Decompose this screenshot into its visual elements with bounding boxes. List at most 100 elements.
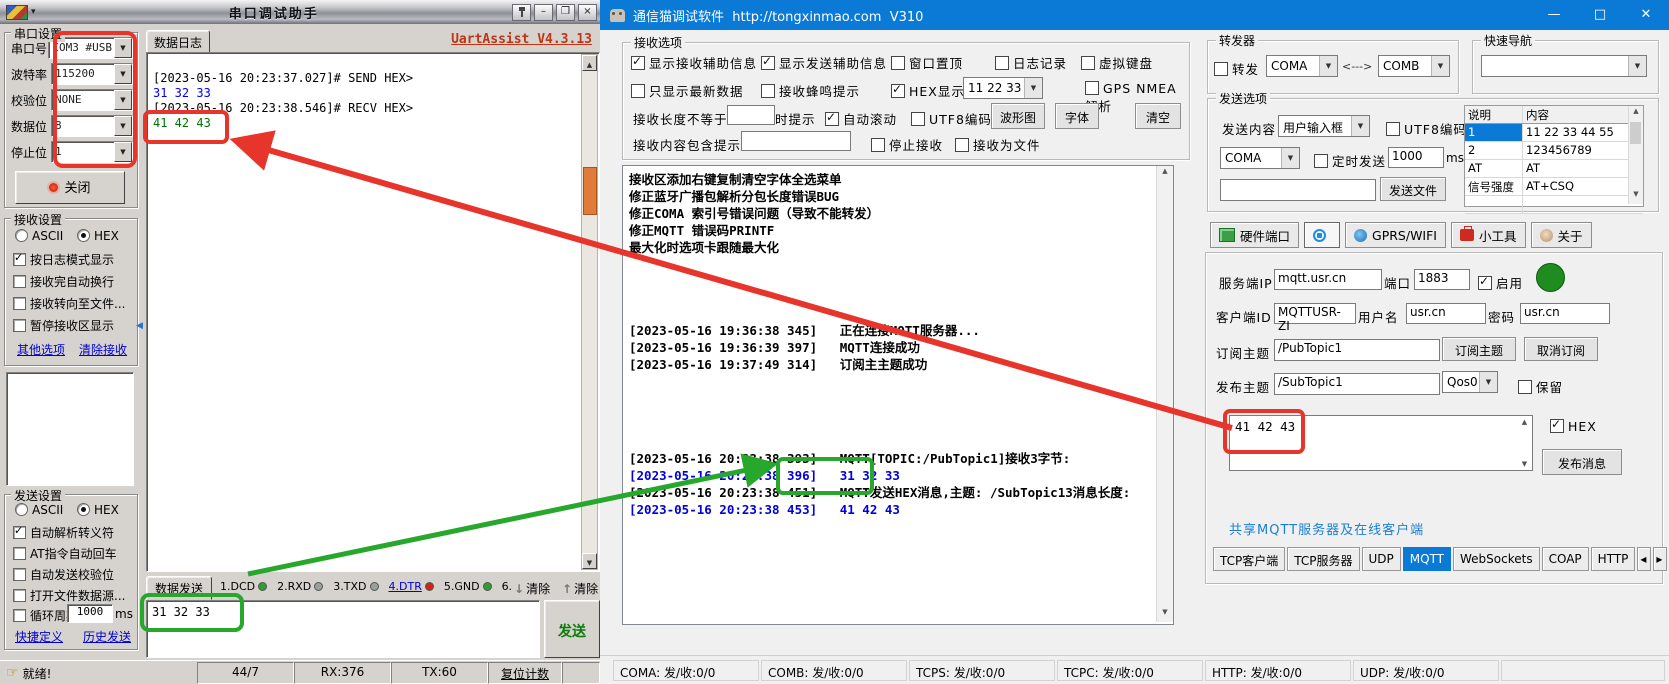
opt-latest-only[interactable]: 只显示最新数据 xyxy=(631,81,744,100)
uartassist-logo-icon[interactable] xyxy=(6,5,28,20)
opt-show-recv-info[interactable]: 显示接收辅助信息 xyxy=(631,53,757,72)
stopbits-select[interactable]: 1 xyxy=(51,141,133,163)
pin-button[interactable] xyxy=(512,4,531,21)
publish-button[interactable]: 发布消息 xyxy=(1542,449,1622,475)
send-file-button[interactable]: 发送文件 xyxy=(1380,177,1446,201)
scroll-down-icon[interactable]: ▼ xyxy=(1518,459,1531,469)
unsubscribe-button[interactable]: 取消订阅 xyxy=(1524,337,1598,361)
minimize-button[interactable]: — xyxy=(1531,0,1577,30)
close-button[interactable]: ✕ xyxy=(1623,0,1669,30)
tab-tools[interactable]: 小工具 xyxy=(1451,222,1526,248)
history-send-link[interactable]: 历史发送 xyxy=(83,628,131,645)
recv-ascii-radio[interactable]: ASCII xyxy=(15,229,63,243)
tab-data-log[interactable]: 数据日志 xyxy=(146,30,210,54)
share-mqtt-link[interactable]: 共享MQTT服务器及在线客户端 xyxy=(1229,519,1424,538)
publish-payload-textarea[interactable]: 41 42 43 ▲ ▼ xyxy=(1229,415,1533,471)
recv-opt-logmode[interactable]: 按日志模式显示 xyxy=(13,251,114,268)
send-opt-atcr[interactable]: AT指令自动回车 xyxy=(13,545,117,562)
dropdown-arrow-icon[interactable] xyxy=(1628,56,1646,76)
preset-row[interactable]: 1 11 22 33 44 55 xyxy=(1465,124,1643,142)
opt-hex-display[interactable]: HEX显示 xyxy=(891,81,965,100)
opt-utf8-encode[interactable]: UTF8编码 xyxy=(1386,119,1467,138)
baud-select[interactable]: 115200 xyxy=(51,63,133,85)
preset-table[interactable]: 说明 内容 1 11 22 33 44 55 2 123456789 AT AT xyxy=(1464,105,1644,207)
send-port-select[interactable]: COMA xyxy=(1220,147,1300,169)
tab-scroll-left-icon[interactable]: ◂ xyxy=(1637,547,1651,571)
preset-row[interactable]: 2 123456789 xyxy=(1465,142,1643,160)
opt-log-record[interactable]: 日志记录 xyxy=(995,53,1067,72)
maximize-button[interactable]: □ xyxy=(1577,0,1623,30)
tab-mqtt[interactable]: MQTT xyxy=(1403,547,1451,571)
tab-network[interactable] xyxy=(1304,222,1340,248)
opt-utf8-decode[interactable]: UTF8编码 xyxy=(911,109,992,128)
font-button[interactable]: 字体 xyxy=(1055,103,1099,129)
clear-receive-link[interactable]: 清除接收 xyxy=(79,341,127,358)
cycle-interval-input[interactable]: 1000 xyxy=(67,604,113,623)
scrollbar-thumb[interactable] xyxy=(1630,122,1641,144)
receive-log-scrollbar[interactable]: ▲ ▼ xyxy=(1156,166,1173,622)
opt-receive-as-file[interactable]: 接收为文件 xyxy=(955,135,1041,154)
subscribe-button[interactable]: 订阅主题 xyxy=(1442,337,1516,361)
dropdown-arrow-icon[interactable] xyxy=(1479,372,1497,392)
send-ascii-radio[interactable]: ASCII xyxy=(15,503,63,517)
forward-port-b-select[interactable]: COMB xyxy=(1378,55,1450,77)
tab-udp[interactable]: UDP xyxy=(1362,547,1401,571)
password-input[interactable]: usr.cn xyxy=(1520,303,1610,324)
close-button[interactable]: × xyxy=(578,4,597,21)
databits-select[interactable]: 8 xyxy=(51,115,133,137)
scroll-up-icon[interactable]: ▲ xyxy=(1157,166,1173,181)
qos-select[interactable]: Qos0 xyxy=(1442,371,1498,393)
tab-websockets[interactable]: WebSockets xyxy=(1453,547,1540,571)
recv-contains-input[interactable] xyxy=(741,131,851,151)
dropdown-arrow-icon[interactable] xyxy=(114,116,132,136)
scroll-down-icon[interactable]: ▼ xyxy=(1157,607,1173,622)
preset-row[interactable]: AT AT xyxy=(1465,160,1643,178)
tab-data-send[interactable]: 数据发送 xyxy=(146,576,212,600)
quick-define-link[interactable]: 快捷定义 xyxy=(15,628,63,645)
send-input[interactable]: 31 32 33 xyxy=(146,600,540,658)
dropdown-arrow-icon[interactable] xyxy=(1319,56,1337,76)
clear-receive-button[interactable]: 清除 xyxy=(562,580,598,597)
opt-stop-receive[interactable]: 停止接收 xyxy=(871,135,943,154)
close-port-button[interactable]: 关闭 xyxy=(15,171,125,204)
dropdown-arrow-icon[interactable] xyxy=(1351,116,1369,136)
dropdown-arrow-icon[interactable] xyxy=(114,142,132,162)
tab-gprs-wifi[interactable]: GPRS/WIFI xyxy=(1345,222,1446,248)
port-input[interactable]: 1883 xyxy=(1414,269,1470,290)
opt-autoscroll[interactable]: 自动滚动 xyxy=(825,109,897,128)
scroll-down-icon[interactable] xyxy=(582,553,597,569)
parity-select[interactable]: NONE xyxy=(51,89,133,111)
preset-row[interactable]: 信号强度 AT+CSQ xyxy=(1465,178,1643,196)
hex-sample-select[interactable]: 11 22 33 xyxy=(963,77,1043,99)
scroll-up-icon[interactable]: ▲ xyxy=(1518,417,1531,427)
scroll-up-icon[interactable] xyxy=(582,55,597,71)
send-text-input[interactable] xyxy=(1220,179,1376,201)
scroll-down-icon[interactable]: ▼ xyxy=(1629,189,1643,204)
recv-length-input[interactable] xyxy=(727,105,775,125)
tab-about[interactable]: 关于 xyxy=(1531,222,1592,248)
minimize-button[interactable]: – xyxy=(534,4,553,21)
data-log-area[interactable]: [2023-05-16 20:23:37.027]# SEND HEX> 31 … xyxy=(146,52,600,572)
forward-port-a-select[interactable]: COMA xyxy=(1266,55,1338,77)
client-id-input[interactable]: MQTTUSR-ZI xyxy=(1274,303,1356,324)
enable-checkbox[interactable]: 启用 xyxy=(1478,273,1523,292)
tab-scroll-right-icon[interactable]: ▸ xyxy=(1653,547,1667,571)
send-opt-checksum[interactable]: 自动发送校验位 xyxy=(13,566,114,583)
preset-row-empty[interactable] xyxy=(1465,196,1643,214)
retain-checkbox[interactable]: 保留 xyxy=(1518,377,1563,396)
reset-count-link[interactable]: 复位计数 xyxy=(488,662,562,684)
send-button[interactable]: 发送 xyxy=(544,600,600,658)
clear-button[interactable]: 清空 xyxy=(1135,103,1181,129)
dropdown-arrow-icon[interactable] xyxy=(1431,56,1449,76)
clear-send-button[interactable]: 清除 xyxy=(514,580,550,597)
send-opt-escape[interactable]: 自动解析转义符 xyxy=(13,524,114,541)
recv-opt-tofile[interactable]: 接收转向至文件... xyxy=(13,295,125,312)
quick-nav-select[interactable] xyxy=(1481,55,1647,77)
tab-tcp-client[interactable]: TCP客户端 xyxy=(1213,547,1285,571)
opt-timed-send[interactable]: 定时发送 xyxy=(1314,151,1386,170)
timed-interval-input[interactable]: 1000 xyxy=(1388,147,1444,168)
dropdown-arrow-icon[interactable] xyxy=(1281,148,1299,168)
send-content-select[interactable]: 用户输入框 xyxy=(1278,115,1370,137)
preset-table-scrollbar[interactable]: ▲ ▼ xyxy=(1628,106,1643,204)
opt-beep[interactable]: 接收蜂鸣提示 xyxy=(761,81,860,100)
